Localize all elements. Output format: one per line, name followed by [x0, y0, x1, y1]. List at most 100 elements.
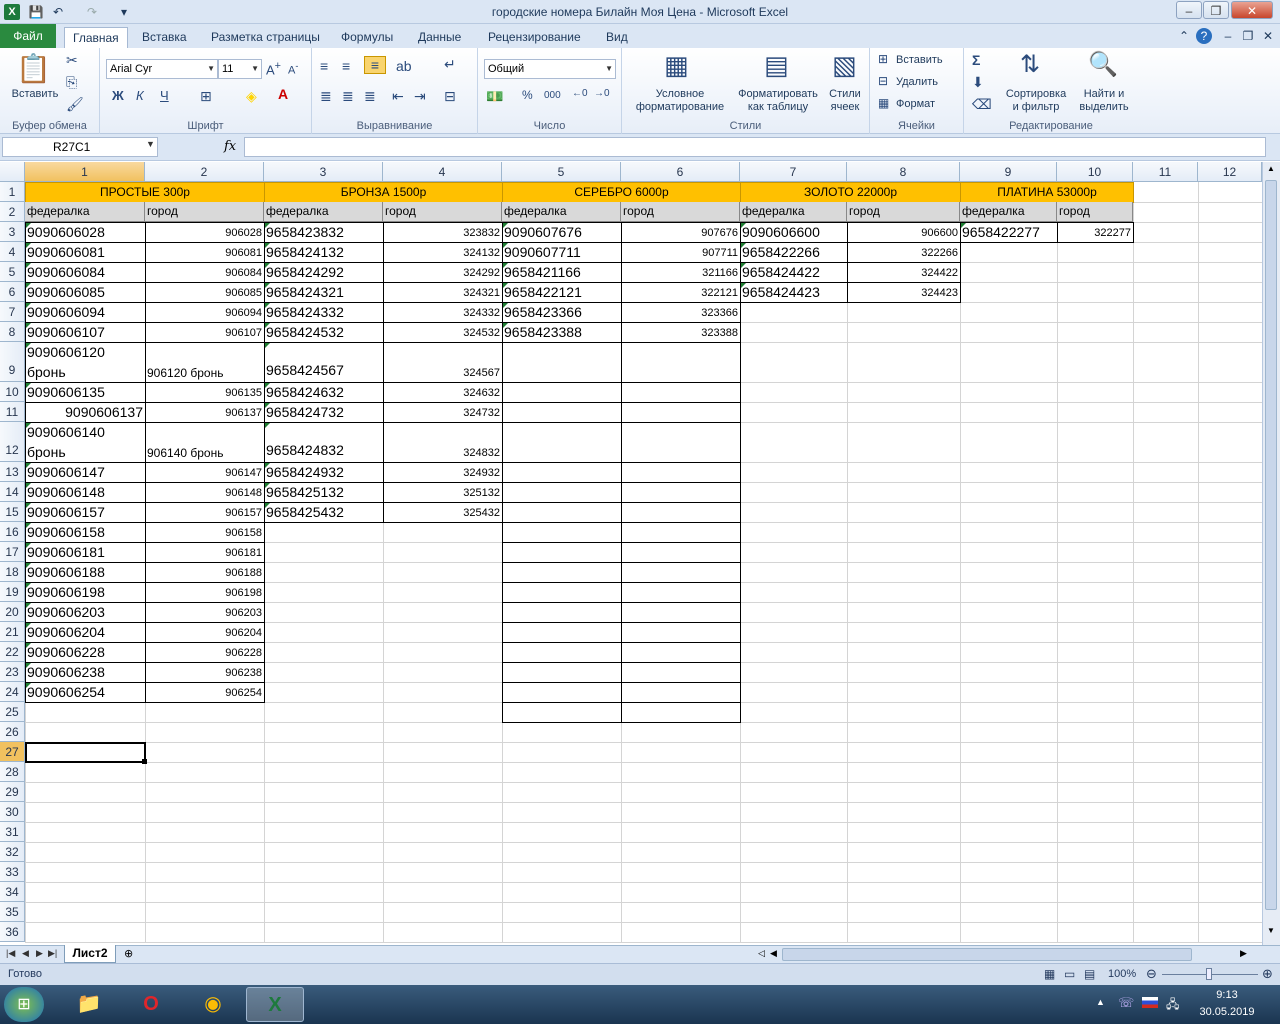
- cell-gorod[interactable]: 324132: [383, 245, 502, 262]
- tab-file[interactable]: Файл: [0, 24, 56, 48]
- tab-page-layout[interactable]: Разметка страницы: [203, 27, 328, 48]
- cell-gorod[interactable]: 906085: [145, 285, 264, 302]
- align-bottom-icon[interactable]: ≡: [364, 56, 386, 74]
- tab-insert[interactable]: Вставка: [134, 27, 195, 48]
- cell-federalka[interactable]: 9658424532: [264, 322, 383, 342]
- cell-gorod[interactable]: 324567: [383, 365, 502, 382]
- find-select-line2[interactable]: выделить: [1072, 101, 1136, 113]
- normal-view-icon[interactable]: ▦: [1044, 967, 1055, 981]
- spreadsheet-grid[interactable]: 1 2 3 4 5 6 7 8 9 10 11 12 1 2 3 4 5 6 7 8 9 10 11 12 13 14 15 16 17…: [0, 162, 1262, 945]
- format-cells-icon[interactable]: ▦: [878, 96, 889, 110]
- restore-button[interactable]: ❐: [1203, 1, 1229, 19]
- cell-styles-icon[interactable]: ▧: [832, 50, 857, 81]
- cell-federalka[interactable]: 9658424332: [264, 302, 383, 322]
- cell-federalka[interactable]: 9658424567: [264, 360, 383, 380]
- tray-expand-icon[interactable]: ▲: [1096, 997, 1105, 1007]
- cell-federalka[interactable]: 9090606198: [25, 582, 145, 602]
- cell-federalka[interactable]: 9658423832: [264, 222, 383, 242]
- zoom-slider-thumb[interactable]: [1206, 968, 1212, 980]
- format-as-table-icon[interactable]: ▤: [764, 50, 789, 81]
- cell-federalka[interactable]: 9658425432: [264, 502, 383, 522]
- name-box[interactable]: R27C1: [2, 137, 158, 157]
- cell-federalka[interactable]: 9658424132: [264, 242, 383, 262]
- row-header-19[interactable]: 19: [0, 582, 25, 602]
- cell-federalka[interactable]: 9090606084: [25, 262, 145, 282]
- cell-federalka[interactable]: 9658424632: [264, 382, 383, 402]
- sort-filter-line2[interactable]: и фильтр: [1000, 101, 1072, 113]
- scroll-up-icon[interactable]: ▲: [1265, 164, 1277, 178]
- align-middle-icon[interactable]: ≡: [342, 58, 350, 74]
- borders-icon[interactable]: ⊞: [200, 88, 212, 105]
- viber-tray-icon[interactable]: ☏: [1118, 995, 1134, 1011]
- row-header-21[interactable]: 21: [0, 622, 25, 642]
- increase-indent-icon[interactable]: ⇥: [414, 88, 426, 105]
- clock-date[interactable]: 30.05.2019: [1190, 1006, 1264, 1018]
- insert-function-button[interactable]: fx: [224, 139, 236, 154]
- sort-filter-icon[interactable]: ⇅: [1020, 50, 1040, 79]
- chrome-taskbar-icon[interactable]: ◉: [184, 987, 242, 1022]
- cell-gorod[interactable]: 906120 бронь: [145, 365, 264, 382]
- cell-federalka[interactable]: 9658424732: [264, 402, 383, 422]
- row-header-15[interactable]: 15: [0, 502, 25, 522]
- conditional-format-line1[interactable]: Условное: [626, 88, 734, 100]
- cell-federalka[interactable]: 9658423388: [502, 322, 621, 342]
- cell-federalka[interactable]: 9090606238: [25, 662, 145, 682]
- row-header-10[interactable]: 10: [0, 382, 25, 402]
- cell-gorod[interactable]: 906203: [145, 605, 264, 622]
- format-painter-icon[interactable]: 🖌: [66, 96, 84, 113]
- row-header-6[interactable]: 6: [0, 282, 25, 302]
- column-header-3[interactable]: 3: [264, 162, 383, 182]
- network-tray-icon[interactable]: 🖧: [1166, 995, 1179, 1016]
- align-left-icon[interactable]: ≣: [320, 88, 332, 105]
- autosum-icon[interactable]: Σ: [972, 52, 980, 68]
- cell-federalka[interactable]: 9090606181: [25, 542, 145, 562]
- hscroll-split-icon[interactable]: ◁: [758, 948, 765, 959]
- cell-gorod[interactable]: 324422: [847, 265, 960, 282]
- workbook-minimize-icon[interactable]: –: [1220, 28, 1236, 44]
- sheet-tab-list2[interactable]: Лист2: [64, 945, 116, 963]
- row-header-28[interactable]: 28: [0, 762, 25, 782]
- row-header-27[interactable]: 27: [0, 742, 25, 762]
- cell-federalka[interactable]: 9090606085: [25, 282, 145, 302]
- column-header-4[interactable]: 4: [383, 162, 502, 182]
- cell-federalka[interactable]: 9090606094: [25, 302, 145, 322]
- find-select-line1[interactable]: Найти и: [1072, 88, 1136, 100]
- cell-federalka[interactable]: 9658424932: [264, 462, 383, 482]
- cell-federalka[interactable]: 9658422121: [502, 282, 621, 302]
- cell-gorod[interactable]: 906140 бронь: [145, 445, 264, 462]
- cell-gorod[interactable]: 906188: [145, 565, 264, 582]
- cell-federalka[interactable]: 9090606188: [25, 562, 145, 582]
- zoom-level[interactable]: 100%: [1108, 968, 1136, 980]
- shrink-font-icon[interactable]: A-: [288, 61, 298, 77]
- cell-gorod[interactable]: 323366: [621, 305, 740, 322]
- cell-federalka[interactable]: 9090606135: [25, 382, 145, 402]
- row-header-22[interactable]: 22: [0, 642, 25, 662]
- clock-time[interactable]: 9:13: [1190, 989, 1264, 1001]
- cell-federalka[interactable]: 9658424422: [740, 262, 847, 282]
- cell-gorod[interactable]: 324832: [383, 445, 502, 462]
- cell-gorod[interactable]: 324332: [383, 305, 502, 322]
- page-break-view-icon[interactable]: ▤: [1084, 967, 1095, 981]
- cell-gorod[interactable]: 322277: [1057, 225, 1133, 242]
- row-header-32[interactable]: 32: [0, 842, 25, 862]
- cell-gorod[interactable]: 906238: [145, 665, 264, 682]
- row-header-18[interactable]: 18: [0, 562, 25, 582]
- sheet-nav-last-icon[interactable]: ▶|: [48, 948, 57, 959]
- name-box-dropdown-icon[interactable]: ▼: [146, 139, 155, 149]
- cell-federalka[interactable]: 9090606107: [25, 322, 145, 342]
- vertical-scrollbar[interactable]: ▲ ▼: [1262, 162, 1280, 945]
- cell-gorod[interactable]: 906135: [145, 385, 264, 402]
- cell-gorod[interactable]: 906228: [145, 645, 264, 662]
- cell-federalka[interactable]: 9658423366: [502, 302, 621, 322]
- cell-gorod[interactable]: 324932: [383, 465, 502, 482]
- wrap-text-icon[interactable]: ↵: [444, 56, 456, 73]
- font-color-icon[interactable]: A: [278, 86, 288, 102]
- column-header-2[interactable]: 2: [145, 162, 264, 182]
- cell-federalka[interactable]: 9090606028: [25, 222, 145, 242]
- row-header-35[interactable]: 35: [0, 902, 25, 922]
- sheet-nav-next-icon[interactable]: ▶: [36, 948, 43, 959]
- fill-handle[interactable]: [142, 759, 147, 764]
- align-top-icon[interactable]: ≡: [320, 58, 328, 74]
- row-header-33[interactable]: 33: [0, 862, 25, 882]
- excel-taskbar-icon[interactable]: X: [246, 987, 304, 1022]
